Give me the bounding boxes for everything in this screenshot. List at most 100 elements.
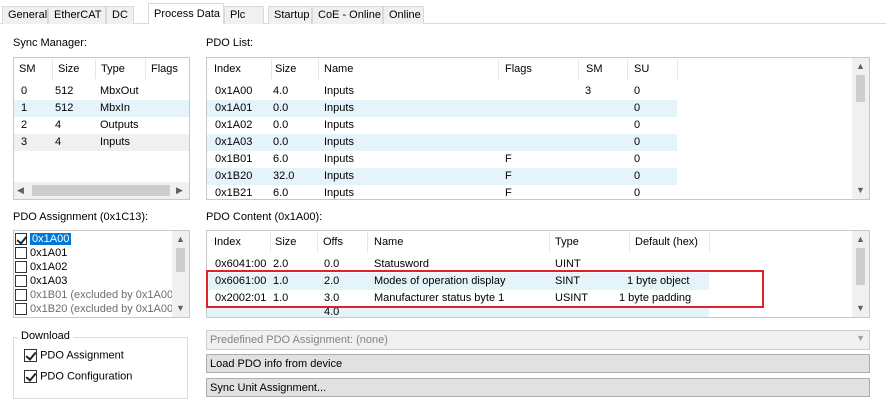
pdo-cell: 0x1A01 — [215, 102, 253, 114]
checkbox[interactable] — [24, 370, 37, 383]
option-label: PDO Configuration — [40, 370, 133, 383]
content-col-type[interactable]: Type — [550, 231, 630, 253]
tab-online[interactable]: Online — [383, 6, 424, 24]
pdo-col-su[interactable]: SU — [629, 58, 679, 80]
table-row[interactable]: 1 512 MbxIn — [14, 100, 189, 117]
scroll-down-icon[interactable]: ▼ — [852, 300, 869, 317]
sm-col-flags[interactable]: Flags — [146, 58, 189, 80]
table-row[interactable]: 3 4 Inputs — [14, 134, 189, 151]
pdo-assignment-scroll-thumb[interactable] — [176, 248, 185, 272]
pdo-list-scroll-thumb[interactable] — [856, 75, 865, 102]
checkbox[interactable] — [15, 261, 27, 274]
table-row[interactable]: 2 4 Outputs — [14, 117, 189, 134]
list-item[interactable]: 0x1B01 (excluded by 0x1A00 — [15, 289, 173, 303]
pdo-assignment-item-label: 0x1A03 — [30, 275, 68, 287]
pdo-cell: 0x1A00 — [215, 85, 253, 97]
pdo-list-vertical-scrollbar[interactable]: ▲ ▼ — [852, 58, 869, 199]
table-row[interactable]: 0x1A02 0.0 Inputs 0 — [207, 117, 677, 134]
tab-dc[interactable]: DC — [106, 6, 134, 24]
download-group — [13, 337, 188, 399]
content-col-offs[interactable]: Offs — [318, 231, 368, 253]
tab-plc[interactable]: Plc — [224, 6, 264, 24]
table-row[interactable]: 0x1A00 4.0 Inputs 3 0 — [207, 83, 677, 100]
pdo-cell: 0x1B21 — [215, 187, 253, 199]
load-pdo-info-button[interactable]: Load PDO info from device — [206, 354, 870, 373]
predefined-pdo-assignment-dropdown[interactable]: Predefined PDO Assignment: (none) ▼ — [206, 330, 870, 350]
pdo-cell: 32.0 — [273, 170, 295, 182]
sm-scroll-thumb[interactable] — [32, 185, 170, 196]
sync-unit-assignment-button[interactable]: Sync Unit Assignment... — [206, 378, 870, 397]
scroll-right-icon[interactable]: ▶ — [176, 185, 183, 196]
table-row[interactable]: 0x1B20 32.0 Inputs F 0 — [207, 168, 677, 185]
checkbox[interactable] — [15, 303, 27, 316]
sm-col-size[interactable]: Size — [53, 58, 96, 80]
pdo-col-name[interactable]: Name — [319, 58, 499, 80]
scroll-up-icon[interactable]: ▲ — [172, 231, 189, 248]
content-col-default[interactable]: Default (hex) — [630, 231, 710, 253]
list-item[interactable]: 0x1A00 — [15, 233, 72, 247]
pdo-cell: 0 — [634, 187, 641, 199]
sm-cell: MbxIn — [100, 102, 130, 114]
list-item[interactable]: 0x1A02 — [15, 261, 67, 275]
pdo-content-scroll-thumb[interactable] — [856, 248, 865, 285]
tab-process-data[interactable]: Process Data — [148, 3, 224, 24]
pdo-assignment-item-label: 0x1A00 — [30, 233, 72, 245]
predefined-pdo-assignment-value: Predefined PDO Assignment: (none) — [210, 334, 388, 346]
pdo-cell: 4.0 — [273, 85, 289, 97]
pdo-col-index[interactable]: Index — [209, 58, 273, 80]
table-row[interactable]: 0x1A03 0.0 Inputs 0 — [207, 134, 677, 151]
pdo-cell: 0x1A03 — [215, 136, 253, 148]
pdo-list-label: PDO List: — [206, 37, 254, 49]
table-row[interactable]: 0x1B21 6.0 Inputs F 0 — [207, 185, 677, 199]
pdo-cell: F — [505, 187, 512, 199]
checkbox[interactable] — [24, 349, 37, 362]
pdo-col-flags[interactable]: Flags — [500, 58, 580, 80]
pdo-configuration-download-option[interactable]: PDO Configuration — [24, 370, 132, 383]
scroll-up-icon[interactable]: ▲ — [852, 231, 869, 248]
sync-manager-label: Sync Manager: — [13, 37, 87, 49]
checkbox[interactable] — [15, 233, 27, 246]
pdo-assignment-download-option[interactable]: PDO Assignment — [24, 349, 124, 362]
sync-manager-list[interactable]: SM Size Type Flags 0 512 MbxOut 1 512 Mb… — [13, 57, 190, 200]
table-row[interactable]: 0 512 MbxOut — [14, 83, 189, 100]
list-item[interactable]: 0x1B20 (excluded by 0x1A00 — [15, 303, 173, 317]
sm-col-sm[interactable]: SM — [14, 58, 53, 80]
table-row[interactable]: 0x1A01 0.0 Inputs 0 — [207, 100, 677, 117]
pdo-col-size[interactable]: Size — [270, 58, 319, 80]
scroll-left-icon[interactable]: ◀ — [17, 185, 24, 196]
checkbox[interactable] — [15, 247, 27, 260]
content-col-name[interactable]: Name — [369, 231, 549, 253]
table-row[interactable]: 4.0 — [207, 306, 709, 317]
tab-coe-online[interactable]: CoE - Online — [312, 6, 383, 24]
tab-ethercat[interactable]: EtherCAT — [48, 6, 106, 24]
chevron-down-icon: ▼ — [856, 333, 865, 343]
scroll-down-icon[interactable]: ▼ — [172, 300, 189, 317]
checkbox[interactable] — [15, 289, 27, 302]
pdo-list[interactable]: Index Size Name Flags SM SU 0x1A00 4.0 I… — [206, 57, 870, 200]
checkbox[interactable] — [15, 275, 27, 288]
tab-startup[interactable]: Startup — [268, 6, 312, 24]
table-row[interactable]: 0x1B01 6.0 Inputs F 0 — [207, 151, 677, 168]
pdo-col-sm[interactable]: SM — [581, 58, 629, 80]
pdo-cell: Inputs — [324, 85, 354, 97]
sm-col-type[interactable]: Type — [96, 58, 146, 80]
content-cell: UINT — [555, 258, 581, 270]
pdo-cell: 0.0 — [273, 136, 289, 148]
pdo-assignment-list[interactable]: 0x1A00 0x1A01 0x1A02 0x1A03 0x1B01 (excl… — [13, 230, 190, 318]
content-cell: Statusword — [374, 258, 430, 270]
scroll-down-icon[interactable]: ▼ — [852, 182, 869, 199]
pdo-assignment-vertical-scrollbar[interactable]: ▲ ▼ — [172, 231, 189, 317]
sm-horizontal-scrollbar[interactable]: ◀ ▶ — [14, 182, 189, 199]
sm-cell: 1 — [21, 102, 28, 114]
pdo-content-vertical-scrollbar[interactable]: ▲ ▼ — [852, 231, 869, 317]
tab-strip: General EtherCAT DC Process Data Plc Sta… — [0, 0, 886, 26]
tab-general[interactable]: General — [2, 6, 48, 24]
sm-cell: 512 — [55, 102, 74, 114]
pdo-cell: Inputs — [324, 136, 354, 148]
list-item[interactable]: 0x1A03 — [15, 275, 67, 289]
content-col-index[interactable]: Index — [209, 231, 273, 253]
scroll-up-icon[interactable]: ▲ — [852, 58, 869, 75]
list-item[interactable]: 0x1A01 — [15, 247, 67, 261]
content-col-size[interactable]: Size — [270, 231, 318, 253]
option-label: PDO Assignment — [40, 349, 124, 362]
